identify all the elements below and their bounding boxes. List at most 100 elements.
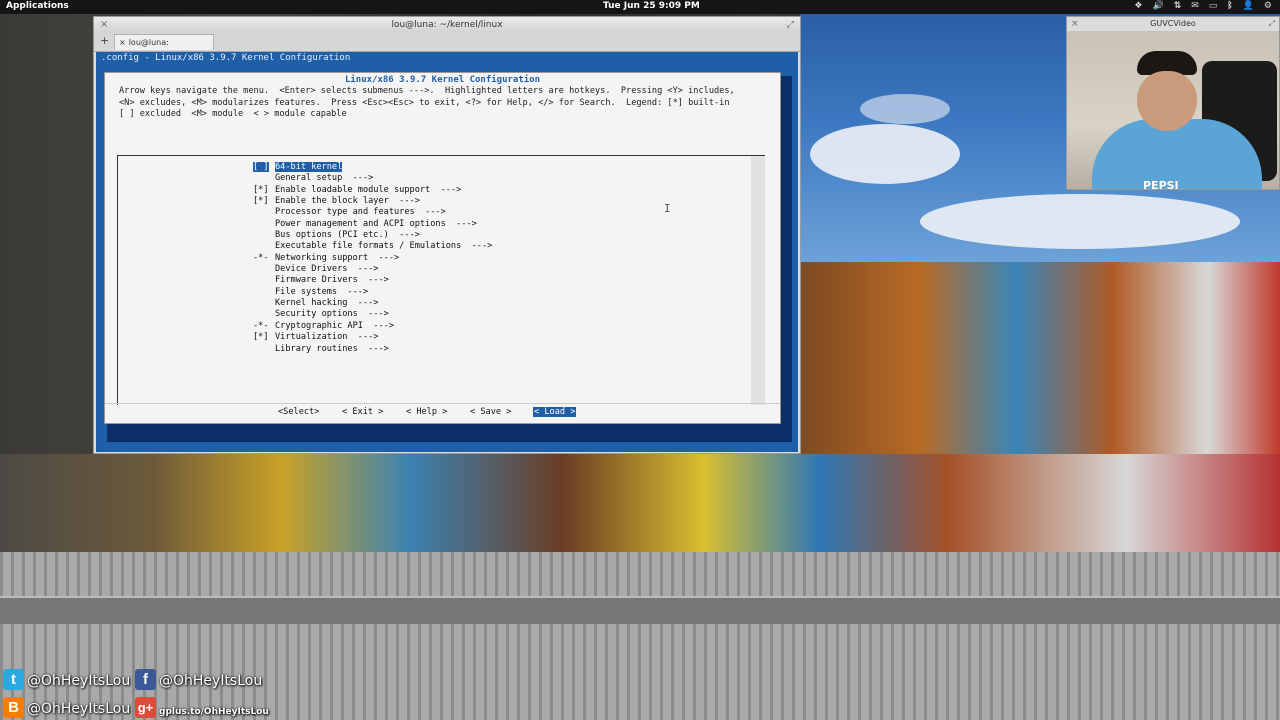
menu-item[interactable]: -*- Networking support ---> (253, 253, 492, 264)
menu-item-mark-text: -*- (253, 252, 269, 263)
wallpaper-curb (0, 596, 1280, 624)
menu-item-label: Power management and ACPI options ---> (275, 218, 477, 229)
menu-item-label: Enable the block layer ---> (275, 196, 420, 207)
wallpaper-graffiti-low (0, 454, 1280, 552)
select-button[interactable]: <Select> (278, 407, 319, 417)
menu-item[interactable]: Kernel hacking ---> (253, 298, 492, 309)
menu-item[interactable]: Firmware Drivers ---> (253, 275, 492, 286)
terminal-title: lou@luna: ~/kernel/linux (391, 20, 503, 30)
chat-icon[interactable]: ▭ (1209, 1, 1218, 11)
menu-item[interactable]: -*- Cryptographic API ---> (253, 321, 492, 332)
menu-item[interactable]: [*] Enable loadable module support ---> (253, 185, 492, 196)
menu-item-label: Library routines ---> (275, 343, 389, 354)
webcam-titlebar[interactable]: × GUVCVideo ⤢ (1067, 17, 1279, 31)
help-button[interactable]: < Help > (406, 407, 447, 417)
menu-item[interactable]: Processor type and features ---> (253, 207, 492, 218)
menu-item-label: File systems ---> (275, 286, 369, 297)
load-button[interactable]: < Load > (533, 407, 577, 417)
help-line: <N> excludes, <M> modularizes features. … (119, 97, 730, 108)
webcam-feed: PEPSI (1067, 31, 1279, 189)
exit-button[interactable]: < Exit > (342, 407, 383, 417)
terminal-body[interactable]: .config - Linux/x86 3.9.7 Kernel Configu… (96, 52, 798, 452)
bluetooth-icon[interactable]: ᛒ (1227, 1, 1232, 11)
menuconfig-menu: [ ] 64-bit kernel General setup ---> [*] Ena… (117, 155, 765, 405)
twitter-handle: @OhHeyItsLou (27, 673, 131, 689)
close-icon[interactable]: × (100, 17, 108, 33)
menu-item-label: Device Drivers ---> (275, 264, 379, 275)
menu-item[interactable]: [ ] 64-bit kernel (253, 162, 492, 173)
menu-item[interactable]: Executable file formats / Emulations ---… (253, 241, 492, 252)
menu-item-label: Kernel hacking ---> (275, 298, 379, 309)
blogger-icon: B (3, 697, 24, 718)
menu-item-mark: -*- (253, 321, 275, 332)
menuconfig-buttons: <Select> < Exit > < Help > < Save > < Lo… (105, 403, 780, 420)
facebook-icon: f (135, 669, 156, 690)
menu-item-label: Bus options (PCI etc.) ---> (275, 230, 420, 241)
menuconfig-dialog: Linux/x86 3.9.7 Kernel Configuration Arr… (104, 72, 781, 424)
menu-item-label: Processor type and features ---> (275, 207, 446, 218)
text-cursor-icon: I (664, 202, 671, 215)
help-line: [ ] excluded <M> module < > module capab… (119, 109, 347, 119)
maximize-icon[interactable]: ⤢ (1269, 17, 1275, 31)
menu-item-label: Cryptographic API ---> (275, 320, 394, 331)
menu-item-mark-text: [*] (253, 196, 269, 207)
close-icon[interactable]: × (1071, 17, 1079, 31)
menu-item-mark: [*] (253, 332, 275, 343)
menu-item-mark-text: -*- (253, 320, 269, 331)
power-icon[interactable]: ⚙ (1264, 1, 1272, 11)
new-tab-icon[interactable]: + (100, 34, 109, 47)
save-button[interactable]: < Save > (470, 407, 511, 417)
menu-item[interactable]: Bus options (PCI etc.) ---> (253, 230, 492, 241)
volume-icon[interactable]: 🔊 (1152, 1, 1163, 11)
menu-item[interactable]: Library routines ---> (253, 344, 492, 355)
help-line: Arrow keys navigate the menu. <Enter> se… (119, 86, 735, 96)
menu-item[interactable]: [*] Enable the block layer ---> (253, 196, 492, 207)
applications-menu[interactable]: Applications (6, 1, 69, 11)
maximize-icon[interactable]: ⤢ (787, 17, 794, 33)
menu-item-mark: [ ] (253, 162, 275, 173)
menu-item[interactable]: File systems ---> (253, 287, 492, 298)
tab-close-icon[interactable]: × (119, 38, 126, 47)
menu-item-mark-text: [*] (253, 332, 269, 343)
menu-item-label: Virtualization ---> (275, 332, 379, 343)
google-plus-icon: g+ (135, 697, 156, 718)
menu-list: [ ] 64-bit kernel General setup ---> [*] Ena… (253, 162, 492, 355)
menu-item-mark: -*- (253, 253, 275, 264)
wallpaper-pavement (0, 552, 1280, 720)
mail-icon[interactable]: ✉ (1191, 1, 1199, 11)
menu-item-label: General setup ---> (275, 173, 374, 184)
menu-item-label: Networking support ---> (275, 252, 400, 263)
menu-item-mark-text: [ ] (253, 162, 269, 172)
facebook-handle: @OhHeyItsLou (159, 673, 263, 689)
network-icon[interactable]: ⇅ (1174, 1, 1182, 11)
menu-item[interactable]: Security options ---> (253, 309, 492, 320)
system-tray: ❖ 🔊 ⇅ ✉ ▭ ᛒ 👤 ⚙ (1134, 1, 1272, 11)
menu-item[interactable]: General setup ---> (253, 173, 492, 184)
user-icon[interactable]: 👤 (1243, 1, 1254, 11)
webcam-title: GUVCVideo (1150, 19, 1196, 28)
terminal-tabbar: + ×lou@luna: ~/kernel/linux (94, 33, 800, 63)
twitter-icon: t (3, 669, 24, 690)
menu-item-mark: [*] (253, 185, 275, 196)
menu-scrollbar[interactable] (751, 156, 765, 405)
top-panel: Applications Tue Jun 25 9:09 PM ❖ 🔊 ⇅ ✉ … (0, 0, 1280, 14)
menuconfig-title: Linux/x86 3.9.7 Kernel Configuration (344, 75, 541, 85)
menu-item-label: Enable loadable module support ---> (275, 184, 462, 195)
menu-item-label: 64-bit kernel (275, 162, 343, 172)
shirt-logo: PEPSI (1143, 179, 1179, 189)
menu-item[interactable]: Power management and ACPI options ---> (253, 219, 492, 230)
terminal-titlebar[interactable]: × lou@luna: ~/kernel/linux ⤢ (94, 17, 800, 33)
menu-item-mark: [*] (253, 196, 275, 207)
menuconfig-help: Arrow keys navigate the menu. <Enter> se… (119, 86, 735, 121)
dropbox-icon[interactable]: ❖ (1134, 1, 1142, 11)
webcam-window: × GUVCVideo ⤢ PEPSI (1066, 16, 1280, 190)
person-head (1137, 71, 1197, 131)
menu-item[interactable]: [*] Virtualization ---> (253, 332, 492, 343)
panel-clock[interactable]: Tue Jun 25 9:09 PM (603, 1, 700, 11)
menu-item-mark-text: [*] (253, 184, 269, 195)
terminal-tab[interactable]: ×lou@luna: ~/kernel/linux (114, 34, 214, 63)
menu-item-label: Firmware Drivers ---> (275, 275, 389, 286)
menu-item-label: Executable file formats / Emulations ---… (275, 241, 493, 252)
menu-item[interactable]: Device Drivers ---> (253, 264, 492, 275)
terminal-window: × lou@luna: ~/kernel/linux ⤢ + × lou@luna… (93, 16, 801, 454)
